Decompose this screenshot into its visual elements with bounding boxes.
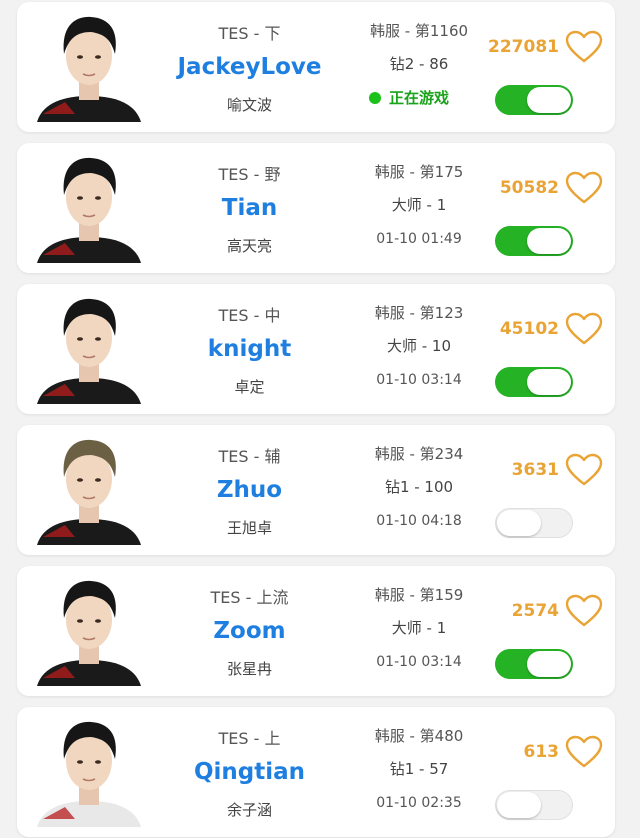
player-id[interactable]: JackeyLove: [167, 54, 332, 80]
player-card-zhuo[interactable]: TES - 辅 Zhuo 王旭卓 韩服 - 第234 钻1 - 100 01-1…: [17, 425, 615, 555]
player-id[interactable]: Zhuo: [167, 477, 332, 503]
heart-icon[interactable]: [565, 30, 603, 64]
team-position: TES - 上流: [210, 588, 289, 607]
heart-icon[interactable]: [565, 594, 603, 628]
player-card-jackeylove[interactable]: TES - 下 JackeyLove 喻文波 韩服 - 第1160 钻2 - 8…: [17, 2, 615, 132]
player-card-qingtian[interactable]: TES - 上 Qingtian 余子涵 韩服 - 第480 钻1 - 57 0…: [17, 707, 615, 837]
likes-count: 3631: [511, 460, 559, 480]
real-name: 高天亮: [226, 237, 272, 255]
notification-toggle[interactable]: [495, 367, 573, 397]
toggle-knob: [527, 369, 571, 395]
status-text: 正在游戏: [389, 89, 450, 107]
heart-icon[interactable]: [565, 312, 603, 346]
team-position: TES - 中: [218, 306, 281, 325]
player-id[interactable]: Qingtian: [167, 759, 332, 785]
real-name: 张星冉: [226, 660, 272, 678]
toggle-knob: [527, 87, 571, 113]
player-id[interactable]: Tian: [167, 195, 332, 221]
heart-icon[interactable]: [565, 453, 603, 487]
team-position: TES - 辅: [218, 447, 281, 466]
toggle-knob: [527, 228, 571, 254]
notification-toggle[interactable]: [495, 790, 573, 820]
notification-toggle[interactable]: [495, 508, 573, 538]
online-dot-icon: [369, 92, 381, 104]
player-list: TES - 下 JackeyLove 喻文波 韩服 - 第1160 钻2 - 8…: [0, 0, 640, 838]
notification-toggle[interactable]: [495, 649, 573, 679]
real-name: 余子涵: [226, 801, 272, 819]
player-id[interactable]: Zoom: [167, 618, 332, 644]
notification-toggle[interactable]: [495, 226, 573, 256]
player-avatar: [35, 10, 143, 122]
heart-icon[interactable]: [565, 735, 603, 769]
team-position: TES - 上: [218, 729, 281, 748]
player-avatar: [35, 433, 143, 545]
player-card-zoom[interactable]: TES - 上流 Zoom 张星冉 韩服 - 第159 大师 - 1 01-10…: [17, 566, 615, 696]
real-name: 王旭卓: [226, 519, 272, 537]
player-avatar: [35, 715, 143, 827]
toggle-knob: [497, 510, 541, 536]
likes-count: 2574: [511, 601, 559, 621]
toggle-knob: [497, 792, 541, 818]
likes-count: 613: [523, 742, 560, 762]
notification-toggle[interactable]: [495, 85, 573, 115]
toggle-knob: [527, 651, 571, 677]
real-name: 卓定: [234, 378, 265, 396]
heart-icon[interactable]: [565, 171, 603, 205]
team-position: TES - 下: [218, 24, 281, 43]
team-position: TES - 野: [218, 165, 281, 184]
player-id[interactable]: knight: [167, 336, 332, 362]
likes-count: 50582: [499, 178, 559, 198]
player-avatar: [35, 574, 143, 686]
player-avatar: [35, 151, 143, 263]
likes-count: 45102: [499, 319, 559, 339]
player-avatar: [35, 292, 143, 404]
player-card-tian[interactable]: TES - 野 Tian 高天亮 韩服 - 第175 大师 - 1 01-10 …: [17, 143, 615, 273]
player-card-knight[interactable]: TES - 中 knight 卓定 韩服 - 第123 大师 - 10 01-1…: [17, 284, 615, 414]
likes-count: 227081: [488, 37, 559, 57]
real-name: 喻文波: [226, 96, 272, 114]
